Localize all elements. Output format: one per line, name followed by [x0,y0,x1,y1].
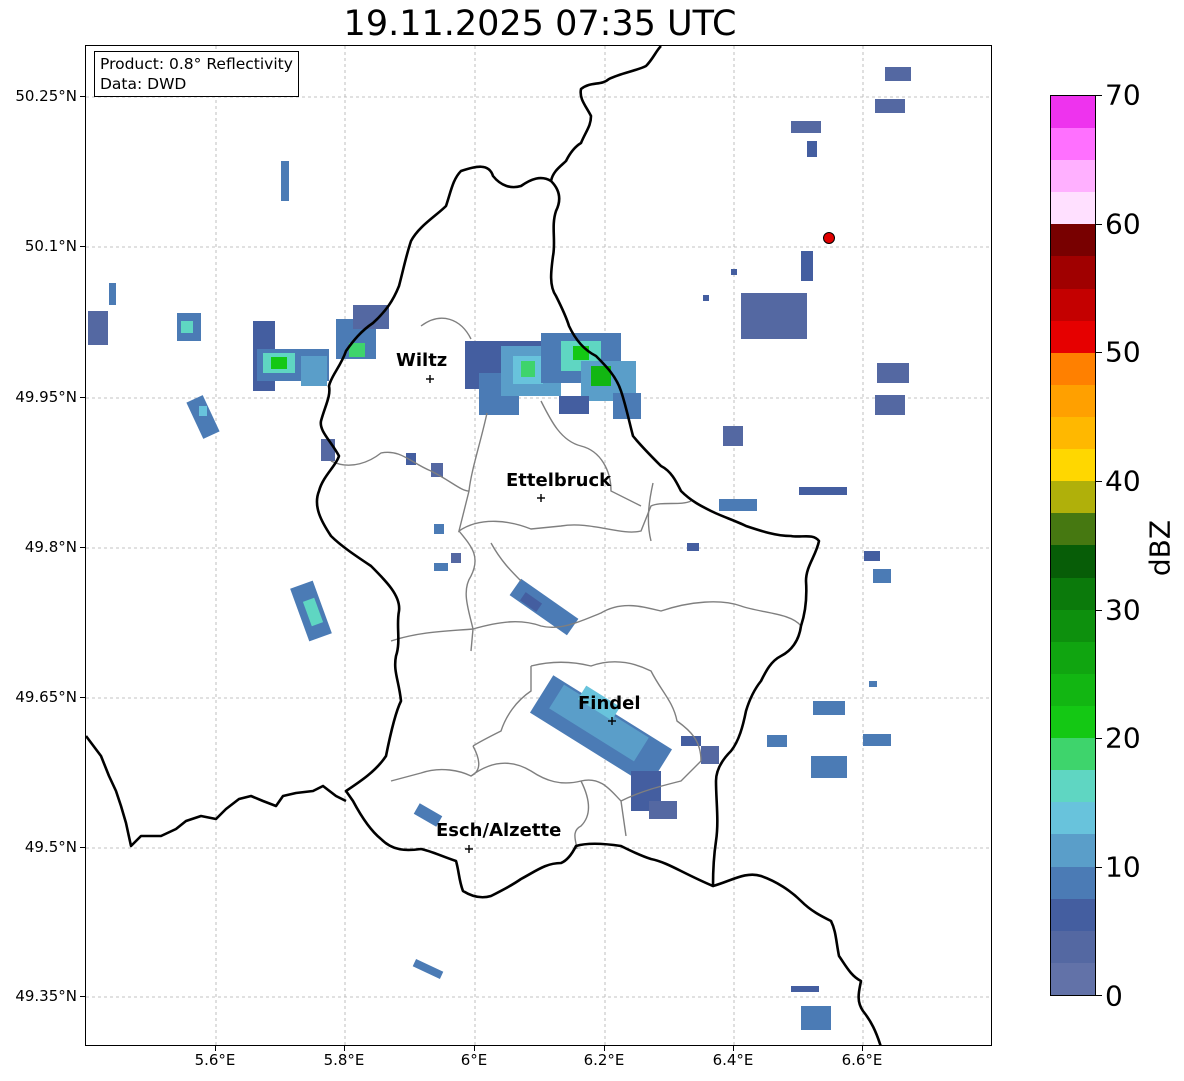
colorbar-segment [1051,898,1095,931]
y-tickmark [80,547,85,548]
x-tickmark [733,1046,734,1051]
x-tick-label: 6°E [460,1051,488,1069]
colorbar-tick-label: 70 [1105,78,1141,112]
colorbar-segment [1051,224,1095,257]
colorbar-segment [1051,706,1095,739]
radar-site-marker [823,232,835,244]
colorbar-tick-label: 20 [1105,721,1141,755]
colorbar-tick-label: 10 [1105,850,1141,884]
colorbar-segment [1051,577,1095,610]
colorbar-segment [1051,834,1095,867]
colorbar-tickmark [1096,738,1102,739]
colorbar-segment [1051,160,1095,193]
city-label-wiltz: Wiltz [396,350,448,371]
colorbar-segment [1051,866,1095,899]
y-tick-label: 50.25°N [15,87,77,105]
y-tick-label: 49.65°N [15,688,77,706]
colorbar-segment [1051,320,1095,353]
info-box: Product: 0.8° Reflectivity Data: DWD [94,51,299,97]
city-markers [426,375,616,853]
y-tickmark [80,246,85,247]
x-tickmark [344,1046,345,1051]
radar-map[interactable] [85,45,992,1046]
x-tickmark [474,1046,475,1051]
x-tick-label: 6.4°E [712,1051,754,1069]
colorbar-segment [1051,192,1095,225]
city-label-findel: Findel [578,693,641,714]
colorbar-tick-label: 0 [1105,979,1123,1013]
colorbar-segment [1051,449,1095,482]
colorbar-segment [1051,770,1095,803]
radar-echoes [88,67,911,1030]
colorbar-segment [1051,95,1095,129]
city-label-esch-alzette: Esch/Alzette [436,820,562,841]
colorbar-tick-label: 50 [1105,335,1141,369]
data-source-label: Data: DWD [100,75,187,93]
x-tick-label: 5.8°E [323,1051,365,1069]
y-tickmark [80,996,85,997]
y-tickmark [80,847,85,848]
colorbar-segment [1051,288,1095,321]
colorbar-segment [1051,545,1095,578]
y-tick-label: 50.1°N [24,237,77,255]
colorbar-segment [1051,513,1095,546]
y-tickmark [80,697,85,698]
y-tick-label: 49.8°N [24,538,77,556]
colorbar-tickmark [1096,352,1102,353]
x-tickmark [215,1046,216,1051]
colorbar-tick-label: 60 [1105,207,1141,241]
y-tick-label: 49.35°N [15,987,77,1005]
colorbar-segment [1051,481,1095,514]
colorbar-segment [1051,609,1095,642]
colorbar-segment [1051,352,1095,385]
y-tick-label: 49.5°N [24,838,77,856]
colorbar-unit-label: dBZ [1143,519,1177,577]
colorbar-segment [1051,641,1095,674]
y-tick-label: 49.95°N [15,388,77,406]
colorbar-tickmark [1096,867,1102,868]
colorbar [1050,95,1096,996]
colorbar-tickmark [1096,610,1102,611]
colorbar-tickmark [1096,481,1102,482]
city-label-ettelbruck: Ettelbruck [506,470,612,491]
colorbar-segment [1051,673,1095,707]
y-tickmark [80,397,85,398]
product-label: Product: 0.8° Reflectivity [100,55,293,73]
x-tick-label: 5.6°E [194,1051,236,1069]
colorbar-tick-label: 30 [1105,593,1141,627]
colorbar-tick-label: 40 [1105,464,1141,498]
y-tickmark [80,96,85,97]
colorbar-tickmark [1096,995,1102,996]
map-title: 19.11.2025 07:35 UTC [343,4,737,44]
colorbar-segment [1051,256,1095,289]
national-borders [86,46,882,1045]
colorbar-segment [1051,738,1095,771]
colorbar-segment [1051,802,1095,835]
colorbar-segment [1051,384,1095,418]
gridlines [86,46,991,1045]
colorbar-tickmark [1096,224,1102,225]
colorbar-segment [1051,417,1095,450]
x-tickmark [862,1046,863,1051]
colorbar-segment [1051,962,1095,995]
x-tick-label: 6.6°E [841,1051,883,1069]
x-tick-label: 6.2°E [583,1051,625,1069]
colorbar-segment [1051,930,1095,963]
x-tickmark [604,1046,605,1051]
colorbar-segment [1051,128,1095,161]
colorbar-tickmark [1096,95,1102,96]
